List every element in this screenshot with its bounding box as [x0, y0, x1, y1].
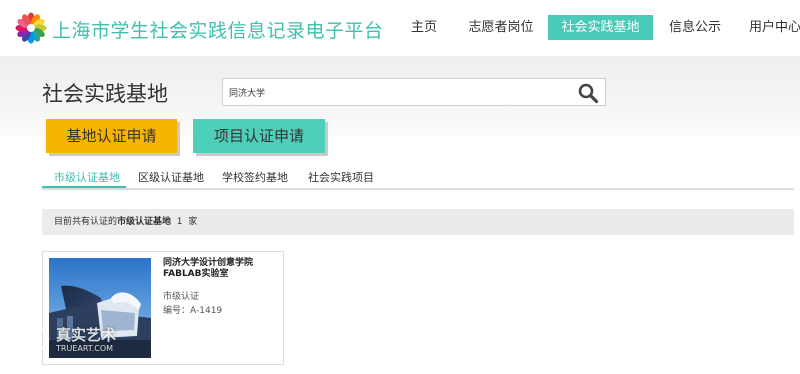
count-prefix: 目前共有认证的: [54, 217, 118, 227]
result-count-bar: 目前共有认证的市级认证基地 1 家: [42, 209, 794, 235]
count-category: 市级认证基地: [117, 217, 172, 227]
count-value: 1: [176, 217, 183, 227]
base-card-level: 市级认证: [163, 292, 200, 302]
project-certification-apply-button[interactable]: 项目认证申请: [193, 119, 325, 153]
base-card-number-label: 编号: [163, 306, 182, 316]
nav-practice-bases[interactable]: 社会实践基地: [548, 15, 653, 40]
header: 上海市学生社会实践信息记录电子平台 主页 志愿者岗位 社会实践基地 信息公示 用…: [0, 0, 800, 56]
tab-city-level-bases[interactable]: 市级认证基地: [54, 169, 120, 185]
search-box: [222, 78, 606, 106]
base-certification-apply-button[interactable]: 基地认证申请: [46, 119, 177, 153]
trueart-watermark: 真实艺术 TRUEART.COM: [10, 322, 125, 362]
category-tabs: 市级认证基地 区级认证基地 学校签约基地 社会实践项目: [42, 166, 794, 190]
nav-home[interactable]: 主页: [402, 15, 446, 40]
base-card-number-separator: ：: [181, 306, 191, 316]
watermark-subtext: TRUEART.COM: [56, 344, 114, 353]
search-input[interactable]: [229, 83, 569, 101]
nav-info-publicity[interactable]: 信息公示: [664, 15, 726, 40]
search-icon[interactable]: [577, 82, 599, 104]
tab-district-level-bases[interactable]: 区级认证基地: [138, 169, 204, 185]
base-card-title[interactable]: 同济大学设计创意学院 FABLAB实验室: [163, 258, 279, 280]
watermark-text: 真实艺术: [56, 326, 117, 344]
base-card-number: 编号：A-1419: [163, 303, 222, 316]
main-nav: 主页 志愿者岗位 社会实践基地 信息公示 用户中心: [0, 15, 800, 40]
base-card-title-line2: FABLAB实验室: [163, 269, 229, 279]
tab-school-contract-bases[interactable]: 学校签约基地: [222, 169, 288, 185]
base-card-title-line1: 同济大学设计创意学院: [163, 258, 254, 268]
count-unit: 家: [188, 217, 198, 227]
active-tab-underline: [42, 186, 126, 188]
nav-volunteer-positions[interactable]: 志愿者岗位: [466, 15, 536, 40]
page-title: 社会实践基地: [42, 82, 168, 106]
base-card-number-value: A-1419: [190, 306, 223, 316]
nav-user-center[interactable]: 用户中心: [744, 15, 800, 40]
watermark-logo-icon: [24, 326, 50, 352]
tab-social-practice-projects[interactable]: 社会实践项目: [308, 169, 374, 185]
